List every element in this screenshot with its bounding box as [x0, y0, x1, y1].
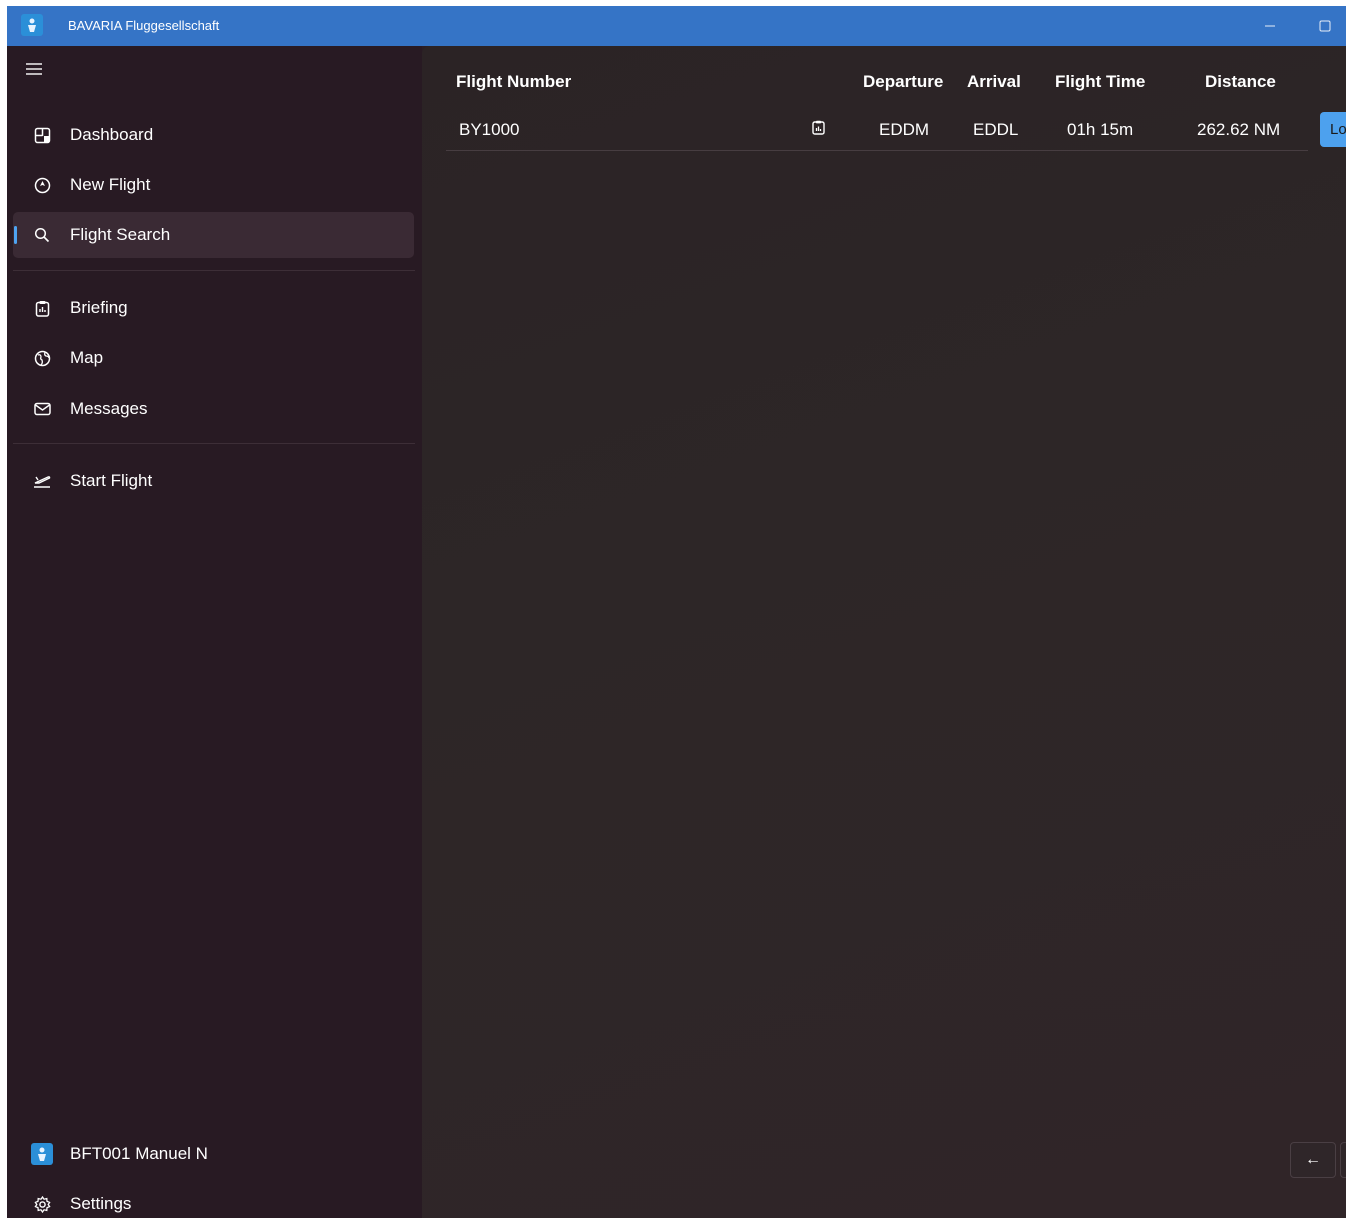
clipboard-icon	[33, 299, 51, 317]
sidebar-item-label: New Flight	[70, 175, 151, 194]
sidebar-item-label: Briefing	[70, 298, 128, 317]
app-title: BAVARIA Fluggesellschaft	[68, 18, 220, 33]
sidebar-user-account[interactable]: BFT001 Manuel N	[13, 1131, 414, 1177]
sidebar-item-messages[interactable]: Messages	[13, 386, 414, 432]
arrival-cell: EDDL	[973, 120, 1019, 139]
sidebar-item-briefing[interactable]: Briefing	[13, 285, 414, 331]
takeoff-icon	[33, 472, 51, 490]
new-flight-icon	[33, 176, 51, 194]
sidebar: Dashboard New Flight Flight Search Brief…	[7, 46, 422, 1218]
previous-page-button[interactable]: ←	[1290, 1142, 1336, 1178]
sidebar-item-label: Dashboard	[70, 125, 154, 144]
sidebar-item-new-flight[interactable]: New Flight	[13, 162, 414, 208]
row-divider	[446, 150, 1308, 151]
minimize-button[interactable]	[1247, 6, 1293, 46]
sidebar-item-label: Map	[70, 348, 104, 367]
load-flight-button-label: Lo	[1330, 121, 1346, 138]
sidebar-item-start-flight[interactable]: Start Flight	[13, 458, 414, 504]
sidebar-item-dashboard[interactable]: Dashboard	[13, 112, 414, 158]
departure-cell: EDDM	[879, 120, 930, 139]
distance-cell: 262.62 NM	[1197, 120, 1281, 139]
sidebar-item-label: Flight Search	[70, 225, 171, 244]
user-account-label: BFT001 Manuel N	[70, 1144, 208, 1163]
briefing-clipboard-icon[interactable]	[812, 120, 826, 136]
load-flight-button[interactable]: Lo	[1320, 112, 1346, 147]
maximize-button[interactable]	[1302, 6, 1346, 46]
search-icon	[33, 226, 51, 244]
arrow-left-icon: ←	[1305, 1151, 1321, 1168]
sidebar-item-label: Messages	[70, 399, 148, 418]
sidebar-item-settings[interactable]: Settings	[13, 1181, 414, 1218]
sidebar-item-flight-search[interactable]: Flight Search	[13, 212, 414, 258]
flight-number-cell: BY1000	[459, 120, 520, 139]
column-header-flight-time[interactable]: Flight Time	[1055, 72, 1145, 92]
sidebar-divider	[13, 270, 415, 271]
sidebar-divider	[13, 443, 415, 444]
flight-search-results: Flight Number Departure Arrival Flight T…	[422, 46, 1346, 1218]
sidebar-item-label: Start Flight	[70, 471, 153, 490]
gear-icon	[33, 1195, 51, 1213]
flight-time-cell: 01h 15m	[1067, 120, 1134, 139]
selection-indicator	[14, 226, 17, 244]
app-logo-icon	[21, 14, 43, 36]
sidebar-item-label: Settings	[70, 1194, 132, 1213]
title-bar[interactable]: BAVARIA Fluggesellschaft	[7, 6, 1346, 46]
column-header-distance[interactable]: Distance	[1205, 72, 1276, 92]
globe-icon	[33, 349, 51, 367]
column-header-arrival[interactable]: Arrival	[967, 72, 1021, 92]
hamburger-menu-icon[interactable]	[25, 62, 47, 82]
mail-icon	[33, 400, 51, 418]
column-header-flight-number[interactable]: Flight Number	[456, 72, 571, 92]
user-avatar-icon	[31, 1143, 53, 1165]
app-window: BAVARIA Fluggesellschaft Dashboard New F…	[7, 6, 1346, 1218]
next-page-button[interactable]	[1340, 1142, 1346, 1178]
column-header-departure[interactable]: Departure	[863, 72, 943, 92]
dashboard-icon	[33, 126, 51, 144]
sidebar-item-map[interactable]: Map	[13, 335, 414, 381]
